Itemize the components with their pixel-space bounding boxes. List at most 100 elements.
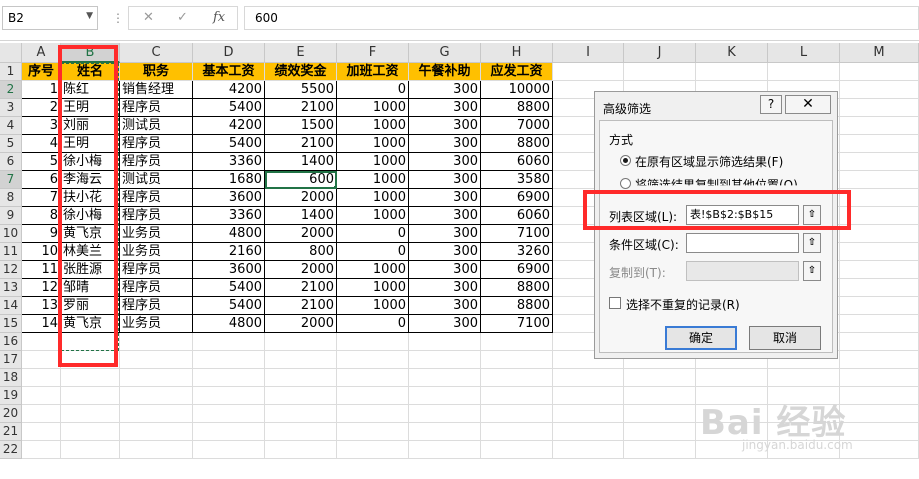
radio-in-place-label[interactable]: 在原有区域显示筛选结果(F) [635, 153, 783, 170]
table-cell[interactable]: 14 [22, 315, 61, 333]
table-header-cell[interactable]: 绩效奖金 [265, 63, 337, 81]
empty-cell[interactable] [840, 135, 919, 153]
table-cell[interactable]: 1000 [337, 171, 409, 189]
row-header-12[interactable]: 12 [0, 261, 22, 279]
empty-cell[interactable] [840, 261, 919, 279]
table-header-cell[interactable]: 应发工资 [481, 63, 553, 81]
table-cell[interactable]: 程序员 [120, 279, 193, 297]
table-cell[interactable]: 1000 [337, 99, 409, 117]
empty-cell[interactable] [768, 369, 840, 387]
empty-cell[interactable] [481, 387, 553, 405]
table-cell[interactable]: 1000 [337, 279, 409, 297]
table-header-cell[interactable]: 职务 [120, 63, 193, 81]
row-header-7[interactable]: 7 [0, 171, 22, 189]
table-cell[interactable]: 4 [22, 135, 61, 153]
table-cell[interactable]: 6060 [481, 207, 553, 225]
table-cell[interactable]: 5400 [193, 297, 265, 315]
empty-cell[interactable] [840, 369, 919, 387]
empty-cell[interactable] [768, 63, 840, 81]
table-cell[interactable]: 300 [409, 225, 481, 243]
table-cell[interactable]: 1000 [337, 135, 409, 153]
empty-cell[interactable] [265, 405, 337, 423]
empty-cell[interactable] [696, 369, 768, 387]
table-cell[interactable]: 程序员 [120, 135, 193, 153]
empty-cell[interactable] [265, 333, 337, 351]
table-cell[interactable]: 2100 [265, 279, 337, 297]
empty-cell[interactable] [120, 387, 193, 405]
empty-cell[interactable] [840, 279, 919, 297]
table-cell[interactable]: 0 [337, 81, 409, 99]
table-cell[interactable]: 300 [409, 189, 481, 207]
table-cell[interactable]: 程序员 [120, 207, 193, 225]
empty-cell[interactable] [61, 423, 120, 441]
table-cell[interactable]: 5400 [193, 279, 265, 297]
empty-cell[interactable] [840, 351, 919, 369]
row-header-17[interactable]: 17 [0, 351, 22, 369]
empty-cell[interactable] [840, 405, 919, 423]
table-cell[interactable]: 3360 [193, 207, 265, 225]
table-cell[interactable]: 1500 [265, 117, 337, 135]
empty-cell[interactable] [61, 369, 120, 387]
row-header-20[interactable]: 20 [0, 405, 22, 423]
empty-cell[interactable] [265, 387, 337, 405]
table-cell[interactable]: 7100 [481, 225, 553, 243]
table-cell[interactable]: 300 [409, 279, 481, 297]
row-header-14[interactable]: 14 [0, 297, 22, 315]
table-cell[interactable]: 13 [22, 297, 61, 315]
empty-cell[interactable] [337, 351, 409, 369]
enter-icon[interactable]: ✓ [177, 10, 188, 25]
table-cell[interactable]: 0 [337, 315, 409, 333]
empty-cell[interactable] [193, 405, 265, 423]
table-cell[interactable]: 11 [22, 261, 61, 279]
table-cell[interactable]: 7100 [481, 315, 553, 333]
empty-cell[interactable] [840, 243, 919, 261]
empty-cell[interactable] [840, 333, 919, 351]
empty-cell[interactable] [22, 387, 61, 405]
table-cell[interactable]: 1 [22, 81, 61, 99]
empty-cell[interactable] [22, 369, 61, 387]
row-header-10[interactable]: 10 [0, 225, 22, 243]
table-cell[interactable]: 1000 [337, 261, 409, 279]
empty-cell[interactable] [193, 441, 265, 459]
empty-cell[interactable] [840, 207, 919, 225]
empty-cell[interactable] [840, 171, 919, 189]
empty-cell[interactable] [840, 225, 919, 243]
empty-cell[interactable] [120, 441, 193, 459]
table-cell[interactable]: 300 [409, 99, 481, 117]
empty-cell[interactable] [337, 405, 409, 423]
select-all-corner[interactable] [0, 43, 22, 63]
empty-cell[interactable] [481, 369, 553, 387]
column-header-F[interactable]: F [337, 43, 409, 63]
table-cell[interactable]: 业务员 [120, 225, 193, 243]
table-cell[interactable]: 4800 [193, 315, 265, 333]
row-header-22[interactable]: 22 [0, 441, 22, 459]
help-button[interactable]: ? [760, 95, 782, 114]
empty-cell[interactable] [696, 63, 768, 81]
row-header-1[interactable]: 1 [0, 63, 22, 81]
empty-cell[interactable] [337, 369, 409, 387]
table-cell[interactable]: 9 [22, 225, 61, 243]
table-cell[interactable]: 5 [22, 153, 61, 171]
table-header-cell[interactable]: 序号 [22, 63, 61, 81]
empty-cell[interactable] [337, 423, 409, 441]
formula-input[interactable]: 600 [244, 6, 919, 30]
empty-cell[interactable] [337, 333, 409, 351]
table-cell[interactable]: 300 [409, 243, 481, 261]
empty-cell[interactable] [193, 387, 265, 405]
empty-cell[interactable] [120, 351, 193, 369]
column-header-K[interactable]: K [696, 43, 768, 63]
table-header-cell[interactable]: 基本工资 [193, 63, 265, 81]
empty-cell[interactable] [265, 441, 337, 459]
empty-cell[interactable] [22, 351, 61, 369]
empty-cell[interactable] [409, 333, 481, 351]
table-cell[interactable]: 5500 [265, 81, 337, 99]
empty-cell[interactable] [409, 405, 481, 423]
empty-cell[interactable] [553, 63, 624, 81]
table-cell[interactable]: 7 [22, 189, 61, 207]
empty-cell[interactable] [61, 387, 120, 405]
table-cell[interactable]: 3260 [481, 243, 553, 261]
row-header-11[interactable]: 11 [0, 243, 22, 261]
row-header-15[interactable]: 15 [0, 315, 22, 333]
unique-records-label[interactable]: 选择不重复的记录(R) [626, 296, 740, 313]
row-header-2[interactable]: 2 [0, 81, 22, 99]
